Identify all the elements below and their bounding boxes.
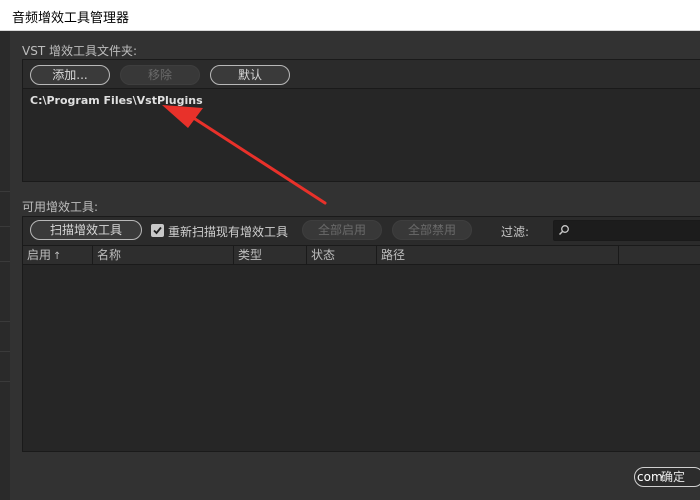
filter-input[interactable] [574,223,700,238]
vst-folders-toolbar: 添加... 移除 默认 [23,60,700,89]
vst-folder-item[interactable]: C:\Program Files\VstPlugins [30,94,203,107]
plugins-table-header: 启用 ↑ 名称 类型 状态 路径 [23,246,700,265]
window-title: 音频增效工具管理器 [12,11,130,26]
filter-search-box[interactable] [553,220,700,241]
add-folder-button[interactable]: 添加... [30,65,110,85]
background-window-edge [0,31,10,500]
filter-label: 过滤: [501,225,530,239]
ok-button-label: 确定 [661,470,686,484]
column-enabled[interactable]: 启用 ↑ [23,246,93,265]
remove-folder-button[interactable]: 移除 [120,65,200,85]
default-folder-button[interactable]: 默认 [210,65,290,85]
scan-plugins-button[interactable]: 扫描增效工具 [30,220,142,240]
column-type[interactable]: 类型 [234,246,307,265]
column-path[interactable]: 路径 [377,246,619,265]
vst-folders-panel: 添加... 移除 默认 C:\Program Files\VstPlugins [22,59,700,182]
column-name[interactable]: 名称 [93,246,234,265]
column-status[interactable]: 状态 [307,246,377,265]
available-plugins-panel: 扫描增效工具 重新扫描现有增效工具 全部启用 全部禁用 过滤: 启用 ↑ 名称 … [22,216,700,452]
column-enabled-label: 启用 [27,248,52,262]
plugins-toolbar: 扫描增效工具 重新扫描现有增效工具 全部启用 全部禁用 过滤: [23,217,700,246]
plugin-manager-dialog: VST 增效工具文件夹: 添加... 移除 默认 C:\Program File… [10,31,700,500]
disable-all-button[interactable]: 全部禁用 [392,220,472,240]
vst-folders-label: VST 增效工具文件夹: [22,44,138,58]
column-filler [619,246,700,265]
available-plugins-label: 可用增效工具: [22,200,99,214]
enable-all-button[interactable]: 全部启用 [302,220,382,240]
ok-button-ghost-text: com [637,470,663,484]
title-bar: 音频增效工具管理器 [0,0,700,31]
search-icon [558,225,569,236]
rescan-existing-checkbox[interactable] [151,224,164,237]
rescan-existing-label[interactable]: 重新扫描现有增效工具 [168,223,288,240]
checkmark-icon [153,226,162,235]
ok-button[interactable]: com 确定 [634,467,700,487]
sort-up-icon: ↑ [53,251,62,262]
